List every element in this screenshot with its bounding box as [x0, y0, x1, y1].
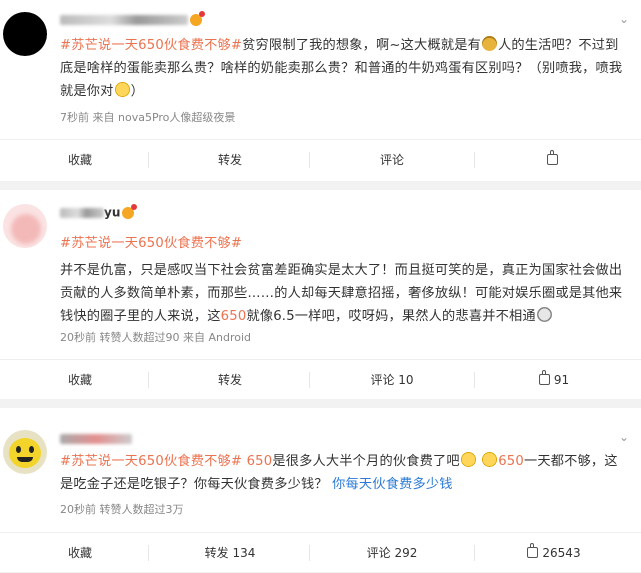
grin-face-emoji-icon	[114, 82, 130, 97]
money-bag-emoji-icon	[482, 36, 497, 51]
post-text-segment: 是很多人大半个月的伙食费了吧	[272, 454, 460, 469]
sweat-face-emoji-icon	[536, 307, 552, 322]
avatar[interactable]	[3, 204, 47, 248]
repost-button[interactable]: 转发 134	[150, 533, 310, 573]
username[interactable]: yu	[60, 203, 138, 220]
divider	[148, 152, 149, 168]
post-text-segment: 贫穷限制了我的想象，啊~这大概就是有	[242, 38, 481, 53]
divider	[309, 372, 310, 388]
collect-button[interactable]: 收藏	[0, 533, 160, 573]
post-card-3: ⌄ #苏芒说一天650伙食费不够# 650是很多人大半个月的伙食费了吧 650一…	[0, 408, 641, 572]
thumbs-up-icon	[546, 150, 558, 165]
vip-badge-icon	[190, 10, 205, 26]
avatar[interactable]	[3, 430, 47, 474]
like-count: 91	[553, 373, 570, 387]
post-meta: 20秒前 转赞人数超过90 来自 Android	[60, 331, 252, 344]
post-text: #苏芒说一天650伙食费不够#贫穷限制了我的想象，啊~这大概就是有 人的生活吧？不…	[60, 34, 628, 103]
vip-badge-icon	[122, 203, 138, 219]
repost-button[interactable]: 转发	[150, 360, 310, 400]
post-card-1: ⌄ #苏芒说一天650伙食费不够#贫穷限制了我的想象，啊~这大概就是有 人的生活吧…	[0, 0, 641, 181]
post-text-segment: 就像6.5一样吧，哎呀妈，果然人的悲喜并不相通	[246, 309, 536, 324]
divider	[148, 372, 149, 388]
collect-button[interactable]: 收藏	[0, 140, 160, 180]
username[interactable]	[60, 10, 205, 26]
post-text: #苏芒说一天650伙食费不够# 并不是仇富，只是感叹当下社会贫富差距确实是太大了…	[60, 232, 628, 328]
divider	[148, 545, 149, 561]
yummy-face-emoji-icon	[482, 452, 498, 467]
chevron-down-icon[interactable]: ⌄	[619, 431, 629, 443]
like-button[interactable]: 26543	[474, 533, 634, 573]
repost-button[interactable]: 转发	[150, 140, 310, 180]
comment-button[interactable]: 评论 292	[312, 533, 472, 573]
highlight-number: 650	[498, 454, 524, 469]
like-count: 26543	[542, 546, 581, 560]
hashtag-link[interactable]: #苏芒说一天650伙食费不够#	[60, 38, 242, 53]
action-bar: 收藏 转发 评论	[0, 139, 641, 180]
thumbs-up-icon	[527, 543, 539, 558]
collect-button[interactable]: 收藏	[0, 360, 160, 400]
post-text: #苏芒说一天650伙食费不够# 650是很多人大半个月的伙食费了吧 650一天都…	[60, 450, 628, 496]
avatar[interactable]	[3, 12, 47, 56]
post-text-segment: ）	[130, 84, 144, 99]
highlight-number: 650	[220, 309, 247, 324]
like-button[interactable]	[474, 140, 634, 180]
topic-link[interactable]: 你每天伙食费多少钱	[332, 477, 453, 492]
post-meta: 20秒前 转赞人数超过3万	[60, 503, 184, 516]
action-bar: 收藏 转发 134 评论 292 26543	[0, 532, 641, 573]
comment-button[interactable]: 评论	[312, 140, 472, 180]
thumbs-up-icon	[538, 370, 550, 385]
chevron-down-icon[interactable]: ⌄	[619, 13, 629, 25]
username-suffix: yu	[104, 205, 121, 220]
like-button[interactable]: 91	[474, 360, 634, 400]
username[interactable]	[60, 431, 132, 445]
hashtag-link[interactable]: #苏芒说一天650伙食费不够#	[60, 454, 242, 469]
comment-button[interactable]: 评论 10	[312, 360, 472, 400]
post-meta: 7秒前 来自 nova5Pro人像超级夜景	[60, 111, 236, 124]
post-card-2: yu #苏芒说一天650伙食费不够# 并不是仇富，只是感叹当下社会贫富差距确实是…	[0, 190, 641, 399]
hashtag-link[interactable]: #苏芒说一天650伙食费不够#	[60, 232, 628, 255]
action-bar: 收藏 转发 评论 10 91	[0, 359, 641, 400]
highlight-number: 650	[246, 454, 273, 469]
divider	[309, 545, 310, 561]
yummy-face-emoji-icon	[460, 452, 476, 467]
divider	[309, 152, 310, 168]
